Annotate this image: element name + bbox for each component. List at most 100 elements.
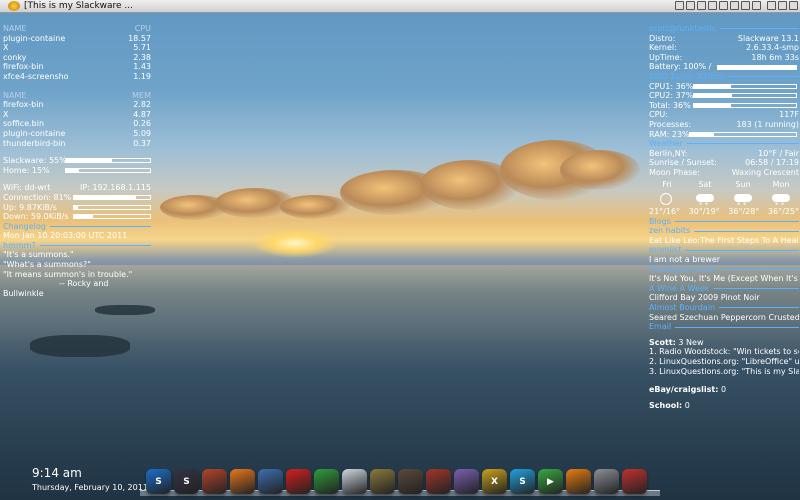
tray-icon[interactable] [767, 1, 776, 10]
chrome-icon[interactable] [314, 469, 339, 494]
table-row: plugin-containe 5.09 [3, 128, 151, 138]
system-header: scott@funktastic [649, 24, 799, 34]
dock: S S X S ▶ [146, 464, 656, 494]
media-player-icon[interactable]: ▶ [538, 469, 563, 494]
disk-bar [65, 158, 151, 164]
forecast-day: Sat [687, 180, 723, 211]
cpu1-row: CPU1: 36% [649, 82, 799, 92]
bar-fill [74, 215, 93, 219]
blog-source: mnmlist [649, 245, 799, 255]
weather-header: Weather [649, 139, 799, 149]
mem-table-header: NAME MEM [3, 90, 151, 100]
info-row: UpTime: 18h 6m 33s [649, 52, 799, 62]
table-row: X 5.71 [3, 43, 151, 53]
cpu2-row: CPU2: 37% [649, 91, 799, 101]
table-row: X 4.87 [3, 109, 151, 119]
blog-title[interactable]: Seared Szechuan Peppercorn Crusted [649, 313, 799, 323]
blog-title[interactable]: It's Not You, It's Me (Except When It's [649, 274, 799, 284]
forecast-day: Mon [763, 180, 799, 211]
bar-fill [694, 94, 732, 98]
forecast-day: Sun [725, 180, 761, 211]
forecast-day: Fri [649, 180, 685, 208]
conky-left-panel: NAME CPU plugin-containe 18.57 X 5.71 conk… [3, 24, 151, 298]
processes-row: Processes: 183 (1 running) [649, 119, 799, 129]
disk-home: Home: 15% [3, 166, 151, 176]
blog-source: zen habits [649, 226, 799, 236]
thunderbird-icon[interactable] [258, 469, 283, 494]
table-row: plugin-containe 18.57 [3, 33, 151, 43]
files-icon[interactable] [342, 469, 367, 494]
quote-attribution: -- Rocky and [59, 279, 109, 289]
upload-bar [73, 204, 151, 210]
disk-icon[interactable] [594, 469, 619, 494]
tray-icon[interactable] [741, 1, 750, 10]
tools-icon[interactable] [202, 469, 227, 494]
disk-bar [65, 168, 151, 174]
tray-icon[interactable] [675, 1, 684, 10]
tray-icon[interactable] [789, 1, 798, 10]
sun-glow [250, 228, 340, 258]
download-bar [73, 214, 151, 220]
music-icon[interactable] [398, 469, 423, 494]
slackware-s-icon[interactable]: S [174, 469, 199, 494]
table-row: xfce4-screensho 1.19 [3, 71, 151, 81]
disk-slackware: Slackware: 55% [3, 156, 151, 166]
battery-bar [717, 64, 797, 70]
cpu1-bar [693, 83, 797, 89]
info-row: Kernel: 2.6.33.4-smp [649, 43, 799, 53]
cpu-total-bar [693, 103, 797, 109]
table-row: firefox-bin 1.43 [3, 62, 151, 72]
quote-line: "What's a summons?" [3, 260, 91, 270]
cpu-table-header: NAME CPU [3, 24, 151, 33]
ram-row: RAM: 23% [649, 130, 799, 140]
tray-icon[interactable] [778, 1, 787, 10]
cpu-total-row: Total: 36% [649, 101, 799, 111]
window-title[interactable]: [This is my Slackware ... [24, 1, 133, 11]
connection-row: Connection: 81% [3, 193, 151, 203]
rock [95, 305, 155, 315]
cpu2-bar [693, 93, 797, 99]
email-message[interactable]: 1. Radio Woodstock: "Win tickets to se [649, 347, 799, 357]
bar-fill [694, 84, 731, 88]
app-icon[interactable] [8, 1, 20, 11]
blog-title[interactable]: I am not a brewer [649, 255, 799, 265]
upload-row: Up: 9.87KiB/s [3, 203, 151, 213]
tray-icon[interactable] [697, 1, 706, 10]
firefox-icon[interactable] [230, 469, 255, 494]
pidgin-icon[interactable] [454, 469, 479, 494]
gimp-icon[interactable] [370, 469, 395, 494]
blog-title[interactable]: Clifford Bay 2009 Pinot Noir [649, 293, 799, 303]
forecast: Fri Sat Sun Mon [649, 180, 799, 211]
weather-now: Berlin,NY: 10°F / Fair [649, 148, 799, 158]
info-row: Distro: Slackware 13.1 [649, 33, 799, 43]
table-row: thunderbird-bin 0.37 [3, 138, 151, 148]
sun-icon [657, 191, 677, 207]
bar-fill [74, 196, 136, 200]
table-row: soffice.bin 0.26 [3, 119, 151, 129]
blog-title[interactable]: Eat Like Leo:The First Steps To A Healt [649, 236, 799, 246]
blog-source: Almost Bourdain [649, 303, 799, 313]
skype-s-icon[interactable]: S [146, 469, 171, 494]
opera-icon[interactable] [286, 469, 311, 494]
email-account: Scott: 3 New [649, 337, 704, 347]
email-message[interactable]: 3. LinuxQuestions.org: "This is my Slac [649, 367, 799, 377]
tray-icon[interactable] [719, 1, 728, 10]
crossover-icon[interactable]: X [482, 469, 507, 494]
moon-phase: Moon Phase: Waxing Crescent [649, 167, 799, 177]
tray-icon[interactable] [708, 1, 717, 10]
tray-icon[interactable] [686, 1, 695, 10]
quote-line: "It means summon's in trouble." [3, 269, 133, 279]
changelog-date: Mon Jan 10 20:03:00 UTC 2011 [3, 231, 128, 241]
email-message[interactable]: 2. LinuxQuestions.org: "LibreOffice" u [649, 357, 799, 367]
vlc-icon[interactable] [566, 469, 591, 494]
quote-line: "It's a summons." [3, 250, 74, 260]
logout-icon[interactable] [622, 469, 647, 494]
sun-times: Sunrise / Sunset: 06:58 / 17:19 [649, 158, 799, 168]
package-icon[interactable] [426, 469, 451, 494]
skype-icon[interactable]: S [510, 469, 535, 494]
tray-icon[interactable] [752, 1, 761, 10]
tray-icon[interactable] [730, 1, 739, 10]
